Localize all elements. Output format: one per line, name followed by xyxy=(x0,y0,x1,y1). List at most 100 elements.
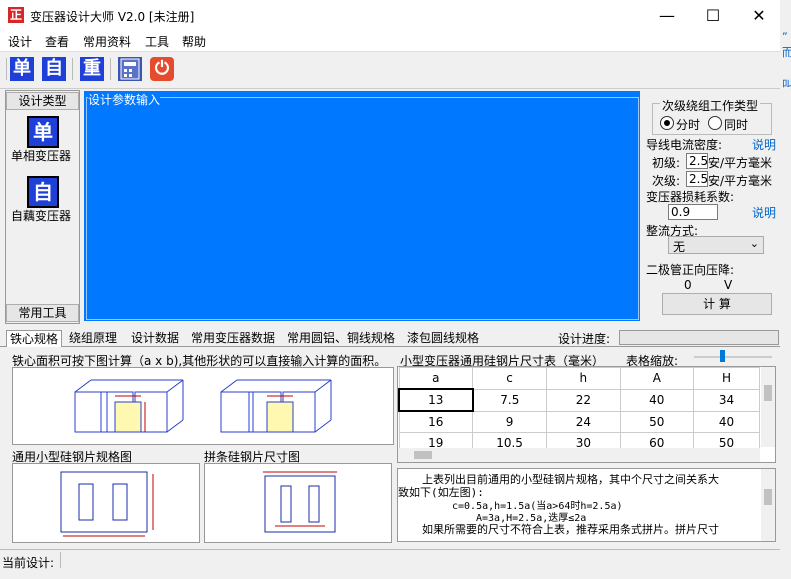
table-header-row: a c h A H xyxy=(398,367,760,390)
col-header: A xyxy=(619,367,695,390)
secondary-unit: 安/平方毫米 xyxy=(708,174,773,188)
clipped-fragment: 而 xyxy=(782,46,791,59)
design-parameter-caption: 设计参数输入 xyxy=(88,91,161,108)
desc-line: 如果所需要的尺寸不符合上表，推荐采用条式拼片。拼片尺寸 xyxy=(422,523,719,536)
auto-transformer-icon[interactable]: 自 xyxy=(27,176,59,208)
tab-enameled-wire[interactable]: 漆包圆线规格 xyxy=(404,330,482,346)
toolbar-separator xyxy=(110,58,111,80)
core-diagram xyxy=(12,367,394,445)
diode-drop-value: 0 xyxy=(684,278,692,292)
col-header: c xyxy=(471,367,548,390)
loss-coefficient-input[interactable]: 0.9 xyxy=(668,204,718,220)
design-type-button[interactable]: 设计类型 xyxy=(6,92,79,110)
zoom-slider-thumb[interactable] xyxy=(720,350,725,362)
primary-label: 初级: xyxy=(652,156,681,170)
rectify-select-value: 无 xyxy=(673,240,686,254)
status-bar-divider xyxy=(0,549,780,550)
table-row[interactable]: 16 9 24 50 40 xyxy=(398,410,760,433)
chevron-down-icon: ⌄ xyxy=(749,237,759,250)
table-cell[interactable]: 40 xyxy=(619,388,695,412)
menu-design[interactable]: 设计 xyxy=(8,33,32,50)
primary-density-input[interactable]: 2.5 xyxy=(686,153,708,169)
zoom-slider-track[interactable] xyxy=(694,356,772,358)
table-cell[interactable]: 13 xyxy=(398,388,474,412)
progress-label: 设计进度: xyxy=(558,332,611,346)
desc-scrollbar[interactable] xyxy=(761,469,775,541)
menu-tools[interactable]: 工具 xyxy=(145,33,169,50)
clipped-fragment: 叫 xyxy=(782,78,791,91)
winding-type-title: 次级绕组工作类型 xyxy=(660,97,761,114)
scroll-thumb[interactable] xyxy=(764,489,772,505)
table-cell[interactable]: 34 xyxy=(693,388,760,412)
redo-tool-button[interactable]: 重 xyxy=(80,57,104,81)
tab-winding-principle[interactable]: 绕组原理 xyxy=(66,330,120,346)
toolbar-separator xyxy=(6,58,7,80)
radio-time-share-label[interactable]: 分时 xyxy=(676,116,700,133)
close-button[interactable]: ✕ xyxy=(736,0,782,31)
calculator-icon[interactable] xyxy=(118,57,142,81)
description-panel: 上表列出目前通用的小型硅钢片规格，其中个尺寸之间关系大 致如下(如左图): c=… xyxy=(397,468,776,542)
col-header: H xyxy=(693,367,760,390)
spec-diagram-svg xyxy=(60,471,154,537)
radio-simultaneous-label[interactable]: 同时 xyxy=(724,116,748,133)
auto-transformer-tool-button[interactable]: 自 xyxy=(42,57,66,81)
power-exit-icon[interactable]: ⏻ xyxy=(150,57,174,81)
tab-design-data[interactable]: 设计数据 xyxy=(128,330,182,346)
strip-diagram-svg xyxy=(263,471,337,533)
loss-coefficient-label: 变压器损耗系数: xyxy=(646,190,735,204)
table-vertical-scrollbar[interactable] xyxy=(761,367,775,447)
col-header: h xyxy=(546,367,621,390)
table-cell[interactable]: 24 xyxy=(546,410,621,433)
minimize-button[interactable]: — xyxy=(644,0,690,31)
spec-diagram xyxy=(12,463,200,543)
table-cell[interactable]: 22 xyxy=(546,388,621,412)
table-cell[interactable]: 40 xyxy=(693,410,760,433)
current-design-label: 当前设计: xyxy=(2,556,55,570)
parameter-groupbox xyxy=(86,97,639,320)
scroll-thumb[interactable] xyxy=(414,451,432,459)
menu-reference[interactable]: 常用资料 xyxy=(83,33,131,50)
tab-bar-line xyxy=(0,346,780,347)
secondary-density-input[interactable]: 2.5 xyxy=(686,171,708,187)
tab-common-transformer-data[interactable]: 常用变压器数据 xyxy=(188,330,278,346)
strip-diagram xyxy=(204,463,392,543)
secondary-label: 次级: xyxy=(652,174,681,188)
radio-dot xyxy=(664,120,670,126)
table-cell[interactable]: 7.5 xyxy=(471,388,548,412)
design-progress-bar xyxy=(619,330,779,345)
toolbar-separator xyxy=(72,58,73,80)
tab-wire-spec[interactable]: 常用圆铝、铜线规格 xyxy=(284,330,398,346)
menu-view[interactable]: 查看 xyxy=(45,33,69,50)
table-horizontal-scrollbar[interactable] xyxy=(398,448,760,462)
current-density-help-link[interactable]: 说明 xyxy=(752,136,776,153)
table-row[interactable]: 13 7.5 22 40 34 xyxy=(398,388,760,412)
auto-transformer-label[interactable]: 自藕变压器 xyxy=(11,207,71,224)
loss-help-link[interactable]: 说明 xyxy=(752,204,776,221)
menu-help[interactable]: 帮助 xyxy=(182,33,206,50)
table-cell[interactable]: 50 xyxy=(619,410,695,433)
table-cell[interactable]: 16 xyxy=(398,410,473,433)
rectify-select[interactable]: 无 ⌄ xyxy=(668,236,764,254)
single-phase-label[interactable]: 单相变压器 xyxy=(11,147,71,164)
status-bar-separator xyxy=(60,552,61,568)
current-density-label: 导线电流密度: xyxy=(646,138,723,152)
tab-core-spec[interactable]: 铁心规格 xyxy=(6,330,63,347)
single-phase-icon[interactable]: 单 xyxy=(27,116,59,148)
steel-table: a c h A H 13 7.5 22 40 34 16 9 24 50 40 … xyxy=(398,367,760,454)
radio-simultaneous[interactable] xyxy=(708,116,722,130)
app-icon: 正 xyxy=(8,7,24,23)
diode-drop-label: 二极管正向压降: xyxy=(646,263,735,277)
single-phase-tool-button[interactable]: 单 xyxy=(10,57,34,81)
scroll-thumb[interactable] xyxy=(764,385,772,401)
calculate-button[interactable]: 计 算 xyxy=(662,293,772,315)
clipped-fragment: „ xyxy=(782,24,788,37)
table-cell[interactable]: 9 xyxy=(471,410,548,433)
toolbar xyxy=(0,51,780,89)
maximize-button[interactable]: ☐ xyxy=(690,0,736,31)
primary-unit: 安/平方毫米 xyxy=(708,156,773,170)
window-title: 变压器设计大师 V2.0 [未注册] xyxy=(30,10,195,24)
radio-time-share[interactable] xyxy=(660,116,674,130)
core-diagram-svg xyxy=(74,379,332,433)
steel-table-panel: a c h A H 13 7.5 22 40 34 16 9 24 50 40 … xyxy=(397,366,776,463)
common-tools-button[interactable]: 常用工具 xyxy=(6,304,79,322)
